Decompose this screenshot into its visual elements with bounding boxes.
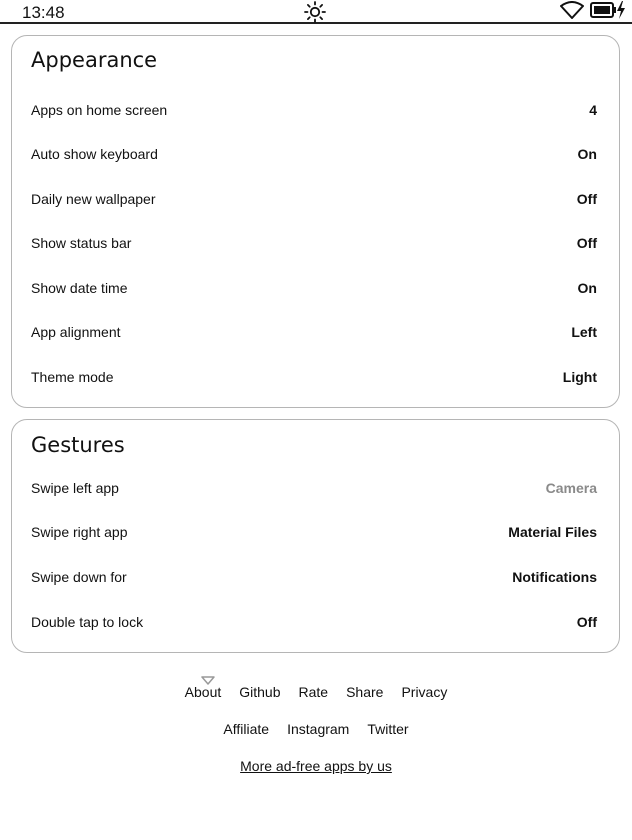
setting-label: Show date time — [31, 280, 128, 296]
rate-link[interactable]: Rate — [299, 684, 329, 700]
setting-swipe-left-app[interactable]: Swipe left app Camera — [31, 476, 597, 500]
setting-auto-show-keyboard[interactable]: Auto show keyboard On — [31, 142, 597, 166]
setting-label: Swipe right app — [31, 524, 128, 540]
appearance-title: Appearance — [31, 48, 158, 72]
status-icons — [560, 0, 626, 24]
status-time: 13:48 — [22, 3, 65, 22]
twitter-link[interactable]: Twitter — [367, 721, 408, 737]
setting-label: Show status bar — [31, 235, 132, 251]
setting-label: Swipe left app — [31, 480, 119, 496]
wifi-icon — [560, 0, 584, 24]
share-link[interactable]: Share — [346, 684, 383, 700]
battery-charging-icon — [590, 0, 626, 24]
setting-value: Off — [576, 235, 597, 251]
brightness-sun-icon — [303, 1, 327, 23]
setting-daily-new-wallpaper[interactable]: Daily new wallpaper Off — [31, 187, 597, 211]
setting-label: Theme mode — [31, 369, 114, 385]
setting-label: Auto show keyboard — [31, 146, 158, 162]
setting-value: Camera — [545, 480, 597, 496]
about-link[interactable]: About — [185, 684, 222, 700]
setting-theme-mode[interactable]: Theme mode Light — [31, 365, 597, 389]
setting-label: Double tap to lock — [31, 614, 144, 630]
affiliate-link[interactable]: Affiliate — [223, 721, 269, 737]
footer-more: More ad-free apps by us — [0, 758, 632, 774]
setting-show-status-bar[interactable]: Show status bar Off — [31, 231, 597, 255]
gestures-title: Gestures — [31, 433, 125, 457]
setting-app-alignment[interactable]: App alignment Left — [31, 320, 597, 344]
setting-value: On — [577, 280, 597, 296]
setting-show-date-time[interactable]: Show date time On — [31, 276, 597, 300]
setting-label: Daily new wallpaper — [31, 191, 156, 207]
setting-label: App alignment — [31, 324, 121, 340]
more-ad-free-apps-link[interactable]: More ad-free apps by us — [240, 758, 392, 774]
setting-value: Off — [576, 614, 597, 630]
instagram-link[interactable]: Instagram — [287, 721, 349, 737]
footer-links-secondary: Affiliate Instagram Twitter — [0, 721, 632, 737]
footer-links-primary: About Github Rate Share Privacy — [0, 684, 632, 700]
privacy-link[interactable]: Privacy — [401, 684, 447, 700]
setting-value: Notifications — [512, 569, 597, 585]
setting-label: Swipe down for — [31, 569, 127, 585]
chevron-down-icon — [201, 672, 215, 685]
setting-value: Material Files — [508, 524, 597, 540]
github-link[interactable]: Github — [239, 684, 280, 700]
setting-double-tap-to-lock[interactable]: Double tap to lock Off — [31, 610, 597, 634]
setting-value: Left — [571, 324, 597, 340]
setting-value: On — [577, 146, 597, 162]
status-bar: 13:48 — [0, 0, 632, 24]
setting-swipe-down-for[interactable]: Swipe down for Notifications — [31, 565, 597, 589]
setting-label: Apps on home screen — [31, 102, 168, 118]
setting-value: 4 — [589, 102, 597, 118]
setting-swipe-right-app[interactable]: Swipe right app Material Files — [31, 520, 597, 544]
setting-value: Off — [576, 191, 597, 207]
appearance-card: Appearance Apps on home screen 4 Auto sh… — [11, 35, 620, 408]
gestures-card: Gestures Swipe left app Camera Swipe rig… — [11, 419, 620, 653]
setting-value: Light — [562, 369, 597, 385]
setting-apps-on-home-screen[interactable]: Apps on home screen 4 — [31, 98, 597, 122]
